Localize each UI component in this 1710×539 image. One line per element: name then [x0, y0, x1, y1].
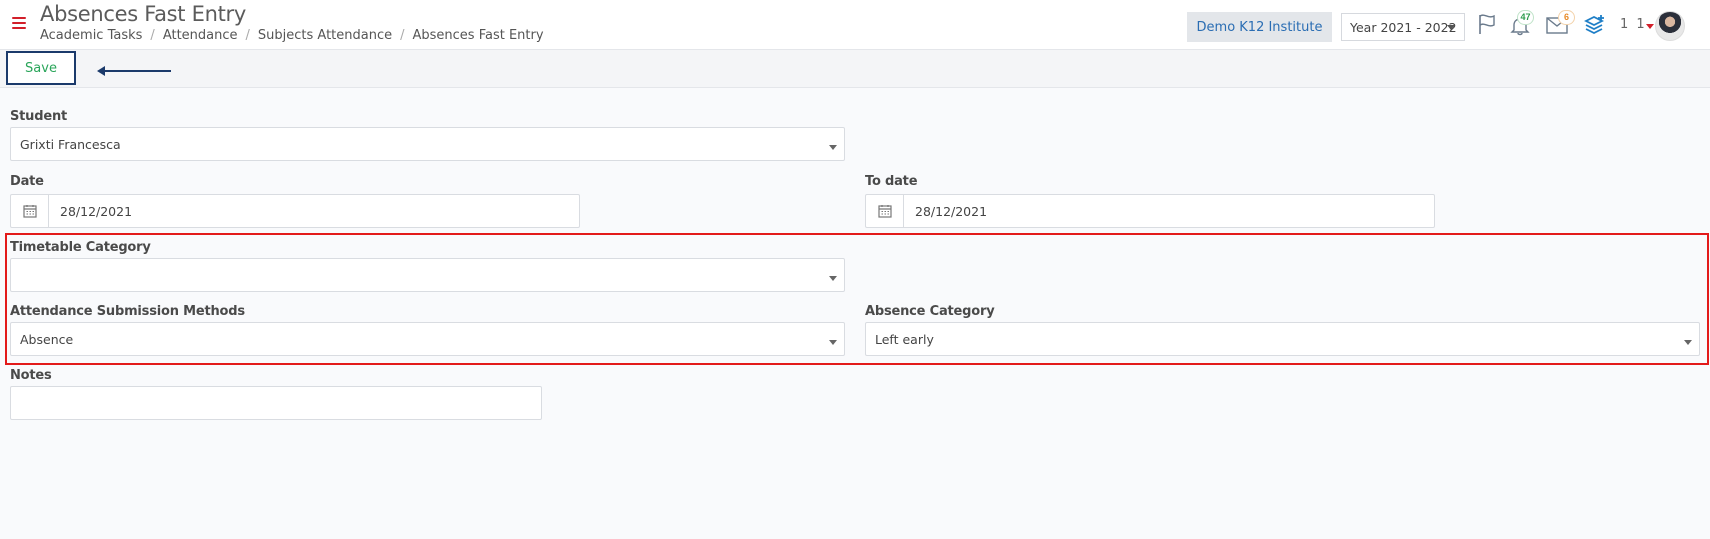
notes-label: Notes — [10, 368, 52, 383]
calendar-icon[interactable] — [866, 195, 904, 227]
layers-plus-icon[interactable] — [1584, 14, 1606, 36]
institute-button[interactable]: Demo K12 Institute — [1187, 12, 1332, 42]
breadcrumb-separator: / — [150, 28, 155, 43]
submission-methods-select[interactable]: Absence — [10, 322, 845, 356]
year-select[interactable]: Year 2021 - 2022 — [1341, 13, 1465, 41]
calendar-icon[interactable] — [11, 195, 49, 227]
date-value: 28/12/2021 — [60, 203, 133, 219]
student-label: Student — [10, 109, 68, 124]
timetable-category-select[interactable] — [10, 258, 845, 292]
breadcrumb-separator: / — [245, 28, 250, 43]
timetable-category-label: Timetable Category — [10, 240, 151, 255]
breadcrumb-separator: / — [400, 28, 405, 43]
messages-badge: 6 — [1558, 10, 1575, 25]
date-label: Date — [10, 174, 44, 189]
absence-category-select[interactable]: Left early — [865, 322, 1700, 356]
top-bar: Absences Fast Entry Academic Tasks / Att… — [0, 0, 1710, 50]
year-select-value: Year 2021 - 2022 — [1350, 19, 1457, 35]
to-date-value: 28/12/2021 — [915, 203, 988, 219]
arrow-left-icon — [97, 66, 171, 76]
toolbar: Save — [0, 50, 1710, 88]
submission-methods-label: Attendance Submission Methods — [10, 304, 245, 319]
save-button[interactable]: Save — [6, 51, 76, 85]
caret-down-icon[interactable] — [1646, 24, 1654, 29]
absence-category-label: Absence Category — [865, 304, 995, 319]
student-select[interactable]: Grixti Francesca — [10, 127, 845, 161]
avatar[interactable] — [1655, 11, 1685, 41]
caret-down-icon — [829, 276, 837, 281]
caret-down-icon — [829, 145, 837, 150]
page-title: Absences Fast Entry — [40, 2, 246, 26]
user-numbers: 1 1 — [1620, 17, 1647, 32]
breadcrumb-item-current: Absences Fast Entry — [412, 28, 544, 43]
breadcrumb-item[interactable]: Subjects Attendance — [258, 28, 392, 43]
flag-icon[interactable] — [1477, 13, 1497, 35]
notifications-badge: 47 — [1517, 10, 1534, 25]
to-date-label: To date — [865, 174, 918, 189]
caret-down-icon — [1447, 25, 1455, 30]
breadcrumb-item[interactable]: Academic Tasks — [40, 28, 142, 43]
date-field[interactable]: 28/12/2021 — [10, 194, 580, 228]
absence-category-value: Left early — [875, 331, 934, 347]
breadcrumb: Academic Tasks / Attendance / Subjects A… — [40, 28, 544, 43]
notes-input[interactable] — [10, 386, 542, 420]
student-select-value: Grixti Francesca — [20, 136, 121, 152]
to-date-field[interactable]: 28/12/2021 — [865, 194, 1435, 228]
caret-down-icon — [1684, 340, 1692, 345]
caret-down-icon — [829, 340, 837, 345]
hamburger-icon[interactable] — [12, 17, 26, 31]
submission-methods-value: Absence — [20, 331, 74, 347]
breadcrumb-item[interactable]: Attendance — [163, 28, 238, 43]
